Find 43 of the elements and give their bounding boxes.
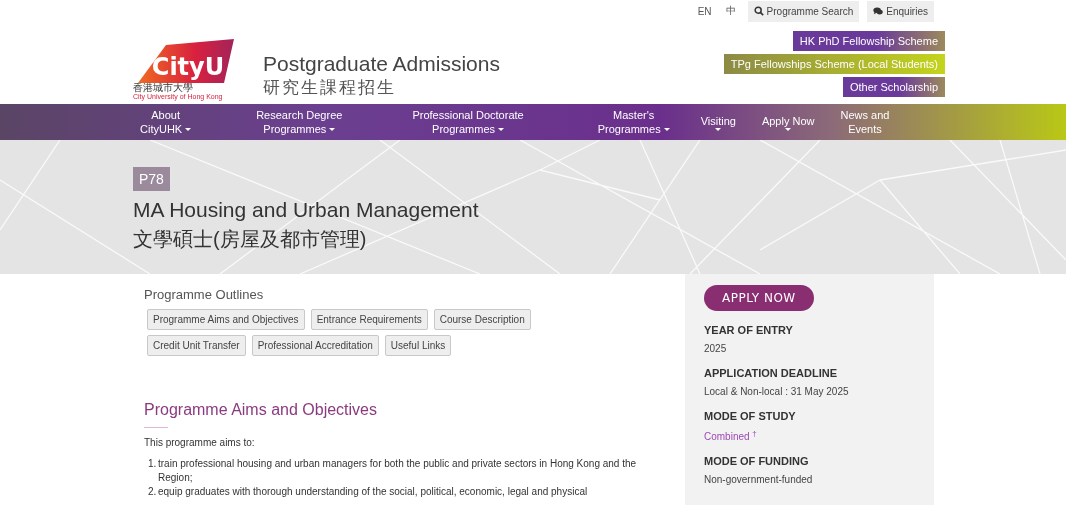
- field-value: 2025: [704, 343, 728, 354]
- field-label: YEAR OF ENTRY: [704, 323, 794, 338]
- outline-tab-button[interactable]: Useful Links: [384, 335, 452, 356]
- programme-code-badge: P78: [133, 167, 170, 191]
- site-title-chinese: 研究生課程招生: [263, 77, 397, 99]
- field-label: APPLICATION DEADLINE: [704, 366, 839, 381]
- list-item-text: equip graduates with thorough understanding of the social, political, economic, legal and physical: [158, 485, 589, 499]
- list-number: 1.: [148, 457, 158, 471]
- field-value: Local & Non-local : 31 May 2025: [704, 386, 850, 397]
- nav-menu-item[interactable]: News and Events: [827, 108, 903, 136]
- outline-tab-button[interactable]: Programme Aims and Objectives: [147, 309, 305, 330]
- nav-menu-item[interactable]: Apply Now: [748, 113, 828, 131]
- nav-menu-item[interactable]: Research Degree Programmes: [204, 108, 383, 136]
- outline-tab-button[interactable]: Credit Unit Transfer: [147, 335, 246, 356]
- outline-tab-button[interactable]: Course Description: [433, 309, 531, 330]
- section-heading: Programme Aims and Objectives: [144, 401, 378, 419]
- scholarship-link[interactable]: HK PhD Fellowship Scheme: [792, 31, 945, 51]
- field-value-link[interactable]: Combined $^{†}$: [704, 429, 934, 443]
- field-value: Non-government-funded: [704, 474, 814, 486]
- list-number: 2.: [148, 485, 158, 499]
- search-icon: [753, 6, 764, 16]
- apply-now-button[interactable]: APPLY NOW: [704, 285, 814, 311]
- programme-title: MA Housing and Urban Management: [133, 197, 480, 223]
- outline-tab-button[interactable]: Entrance Requirements: [310, 309, 428, 330]
- enquiries-button[interactable]: Enquiries: [867, 0, 934, 22]
- site-title: Postgraduate Admissions: [263, 51, 500, 77]
- heading-underline: [144, 427, 168, 428]
- nav-menu-item[interactable]: Visiting: [687, 113, 749, 131]
- outline-tab-button[interactable]: Professional Accreditation: [251, 335, 379, 356]
- chat-bubbles-icon: [873, 6, 884, 16]
- nav-menu-item[interactable]: Master's Programmes: [567, 108, 688, 136]
- nav-menu-item[interactable]: About CityUHK: [133, 108, 205, 136]
- programme-title-chinese: 文學碩士(房屋及都市管理): [133, 227, 368, 252]
- language-link[interactable]: EN: [693, 5, 716, 17]
- list-item-text: train professional housing and urban managers for both the public and private sectors in Hong Kong and the Region;: [158, 457, 638, 485]
- scholarship-link[interactable]: Other Scholarship: [842, 77, 945, 97]
- field-label: MODE OF STUDY: [704, 409, 797, 424]
- language-link[interactable]: 中: [721, 4, 740, 18]
- programme-search-button[interactable]: Programme Search: [747, 0, 860, 22]
- outlines-heading: Programme Outlines: [144, 287, 265, 302]
- field-label: MODE OF FUNDING: [704, 454, 810, 470]
- intro-text: This programme aims to:: [144, 437, 256, 448]
- nav-menu-item[interactable]: Professional Doctorate Programmes: [382, 108, 568, 136]
